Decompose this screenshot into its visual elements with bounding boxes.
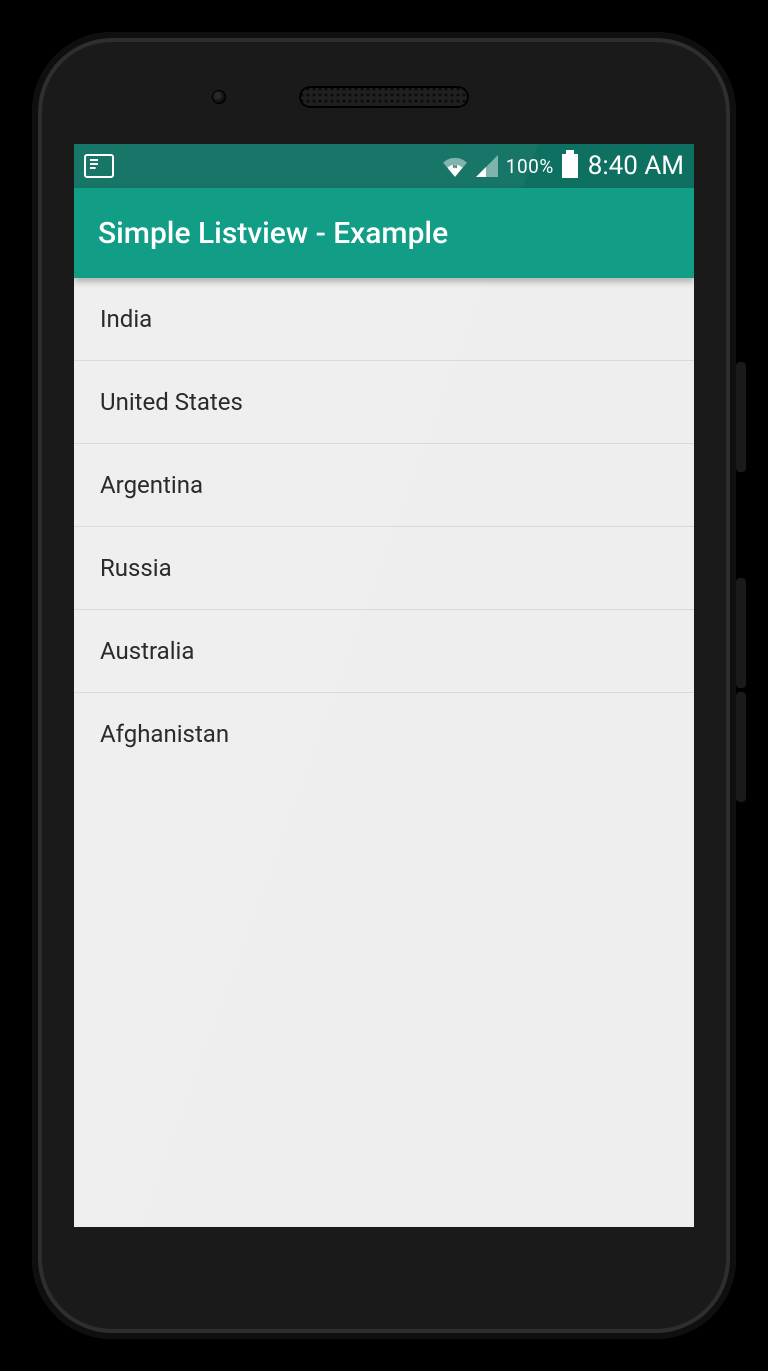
device-frame-stage: 100% 8:40 AM Simple Listview - Example I… [0,0,768,1371]
list-item[interactable]: Afghanistan [74,693,694,775]
status-bar-left [84,154,114,178]
list-item-label: India [100,305,152,333]
app-bar-title: Simple Listview - Example [98,216,448,251]
list-item[interactable]: India [74,278,694,361]
list-item[interactable]: Argentina [74,444,694,527]
battery-icon [562,154,578,178]
app-bar: Simple Listview - Example [74,188,694,278]
list-item-label: Russia [100,554,172,582]
cell-signal-icon [476,155,498,177]
power-button[interactable] [736,362,746,472]
earpiece-speaker [299,86,469,108]
list-item-label: United States [100,388,243,416]
clock-label: 8:40 AM [588,151,684,181]
listview[interactable]: India United States Argentina Russia Austral… [74,278,694,775]
volume-down-button[interactable] [736,692,746,802]
list-item-label: Australia [100,637,194,665]
screen: 100% 8:40 AM Simple Listview - Example I… [74,144,694,1227]
list-item[interactable]: United States [74,361,694,444]
volume-up-button[interactable] [736,578,746,688]
list-item[interactable]: Russia [74,527,694,610]
status-bar[interactable]: 100% 8:40 AM [74,144,694,188]
google-news-icon [84,154,114,178]
list-item-label: Afghanistan [100,720,229,748]
wifi-icon [442,155,468,177]
phone-body: 100% 8:40 AM Simple Listview - Example I… [32,32,736,1339]
status-bar-right: 100% 8:40 AM [442,151,684,181]
battery-percent-label: 100% [506,155,554,178]
list-item-label: Argentina [100,471,203,499]
list-item[interactable]: Australia [74,610,694,693]
front-camera [212,90,226,104]
